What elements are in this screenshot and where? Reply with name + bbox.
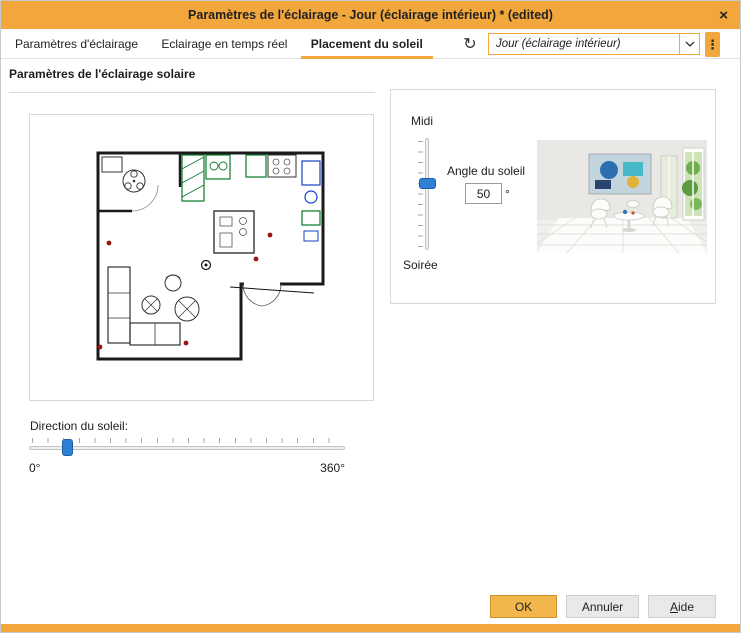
direction-slider-track[interactable] (29, 446, 345, 450)
angle-slider-ticks (418, 141, 423, 247)
angle-label: Angle du soleil (447, 164, 525, 178)
lighting-settings-dialog: Paramètres de l'éclairage - Jour (éclair… (0, 0, 741, 633)
sun-angle-panel: Midi Soirée Angle du soleil ° (390, 89, 716, 304)
ok-button[interactable]: OK (490, 595, 557, 618)
help-button[interactable]: Aide (648, 595, 716, 618)
degree-unit-label: ° (505, 187, 510, 201)
soiree-label: Soirée (403, 258, 438, 272)
dialog-title: Paramètres de l'éclairage - Jour (éclair… (188, 8, 553, 22)
tab-eclairage-temps-reel[interactable]: Eclairage en temps réel (151, 29, 297, 59)
kebab-menu-icon: ⋮ (706, 37, 719, 53)
tab-parametres-eclairage[interactable]: Paramètres d'éclairage (5, 29, 148, 59)
titlebar: Paramètres de l'éclairage - Jour (éclair… (1, 1, 740, 29)
footer-buttons: OK Annuler Aide (490, 595, 716, 618)
solar-section-header: Paramètres de l'éclairage solaire (9, 67, 375, 93)
angle-slider-handle[interactable] (419, 178, 436, 189)
angle-input-row: ° (465, 183, 510, 204)
bottom-accent-bar (1, 624, 740, 632)
refresh-icon: ↻ (463, 34, 476, 54)
chevron-down-icon (679, 34, 699, 54)
direction-range-labels: 0° 360° (29, 461, 345, 475)
cancel-button[interactable]: Annuler (566, 595, 639, 618)
angle-slider-track[interactable] (425, 138, 429, 250)
tab-placement-du-soleil[interactable]: Placement du soleil (301, 29, 433, 59)
refresh-button[interactable]: ↻ (458, 32, 482, 56)
angle-slider[interactable] (415, 138, 438, 250)
floor-plan-image (30, 115, 373, 400)
direction-label: Direction du soleil: (30, 419, 128, 433)
render-preview (537, 140, 707, 253)
solar-section-title: Paramètres de l'éclairage solaire (9, 67, 195, 81)
direction-slider-ticks (32, 438, 343, 443)
floor-plan-panel (29, 114, 374, 401)
direction-slider[interactable] (29, 435, 345, 457)
direction-max-label: 360° (320, 461, 345, 475)
direction-min-label: 0° (29, 461, 40, 475)
menu-button[interactable]: ⋮ (705, 32, 720, 57)
preset-dropdown-value: Jour (éclairage intérieur) (489, 38, 679, 50)
angle-input[interactable] (465, 183, 502, 204)
direction-slider-handle[interactable] (62, 439, 73, 456)
preset-dropdown[interactable]: Jour (éclairage intérieur) (488, 33, 700, 55)
render-preview-image (537, 140, 707, 253)
midi-label: Midi (411, 114, 433, 128)
close-icon[interactable]: × (719, 1, 728, 29)
